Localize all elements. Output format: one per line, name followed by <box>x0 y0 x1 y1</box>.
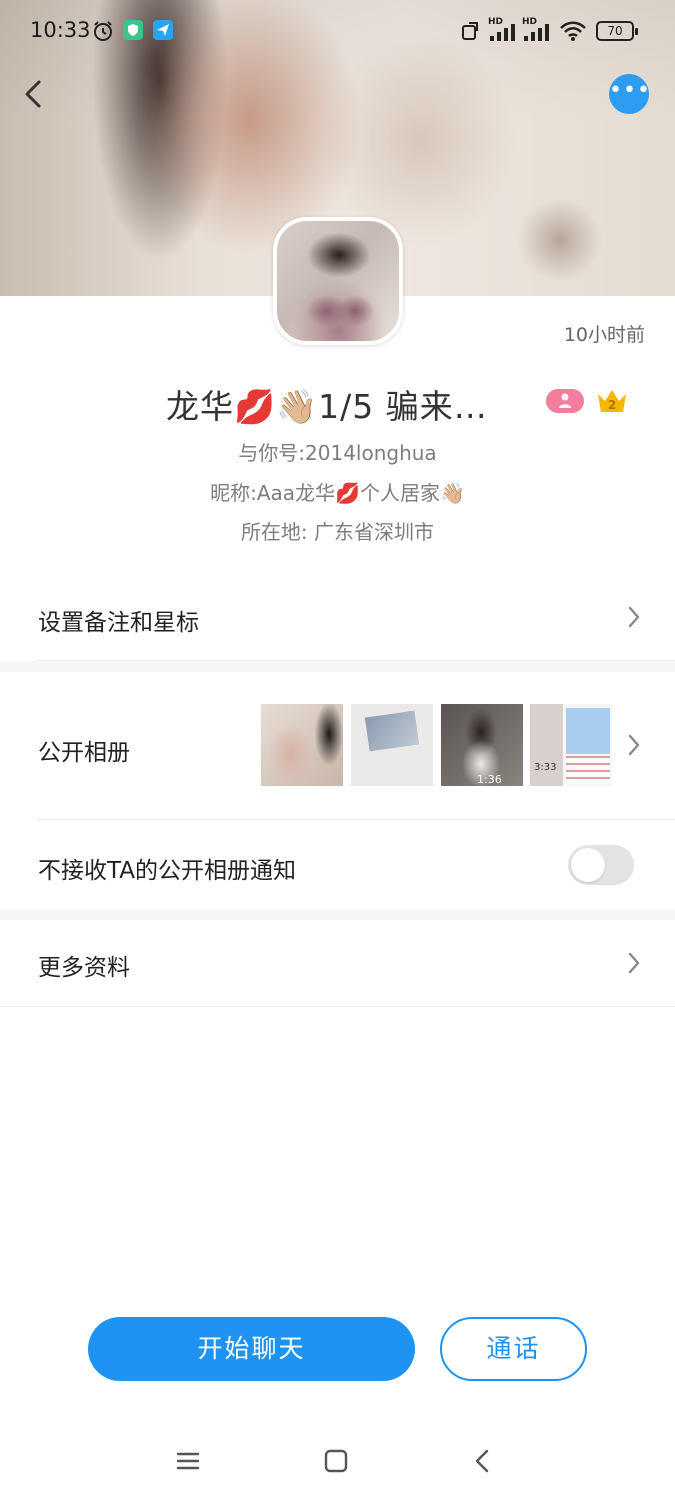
more-info-row[interactable]: 更多资料 <box>0 920 675 1007</box>
crown-level-icon: 2 <box>598 390 626 412</box>
more-options-button[interactable]: ••• <box>609 74 651 114</box>
status-bar: 10:33 HD HD 70 <box>0 0 675 64</box>
shield-app-icon <box>123 20 143 40</box>
chevron-left-icon <box>25 80 41 108</box>
user-id-line: 与你号:2014longhua <box>238 441 437 465</box>
name-row: 龙华💋👋🏼1/5 骗来… 2 <box>0 380 675 426</box>
nav-back-icon[interactable] <box>470 1448 496 1474</box>
signal-strength-icon <box>490 24 515 41</box>
section-gap <box>0 910 675 920</box>
album-thumbnail[interactable]: 3:33 <box>530 704 612 786</box>
thumbnail-time: 3:33 <box>534 762 557 773</box>
home-icon[interactable] <box>323 1448 349 1474</box>
signal-strength-icon-2 <box>524 24 549 41</box>
section-gap <box>0 662 675 672</box>
screen-rotate-icon <box>462 22 478 40</box>
person-badge-icon <box>546 389 584 413</box>
crown-level: 2 <box>608 398 616 412</box>
wifi-icon <box>560 21 586 41</box>
chevron-right-icon <box>628 734 640 756</box>
sticker-image <box>364 710 420 752</box>
screenshot-text-lines <box>566 756 610 784</box>
album-thumbnail-video[interactable]: 1:36 <box>441 704 523 786</box>
last-active-time: 10小时前 <box>563 324 645 346</box>
remark-and-star-row[interactable]: 设置备注和星标 <box>0 575 675 661</box>
toggle-knob <box>571 848 605 882</box>
video-duration: 1:36 <box>477 773 502 786</box>
divider <box>36 660 675 661</box>
mute-album-label: 不接收TA的公开相册通知 <box>38 858 296 884</box>
chevron-right-icon <box>628 606 640 628</box>
call-button[interactable]: 通话 <box>440 1317 587 1381</box>
avatar[interactable] <box>273 217 403 345</box>
album-thumbnail[interactable] <box>261 704 343 786</box>
album-thumbnail[interactable] <box>351 704 433 786</box>
paper-plane-app-icon <box>153 20 173 40</box>
remark-label: 设置备注和星标 <box>38 610 199 636</box>
more-dots-icon: ••• <box>609 78 651 103</box>
divider <box>0 1006 675 1007</box>
back-button[interactable] <box>18 76 50 112</box>
profile-page: 10:33 HD HD 70 ••• 10小时前 龙华💋👋🏼1/5 骗来… 2 … <box>0 0 675 1500</box>
mute-album-toggle[interactable] <box>568 845 634 885</box>
album-label: 公开相册 <box>38 740 130 766</box>
status-time: 10:33 <box>30 18 91 42</box>
profile-name: 龙华💋👋🏼1/5 骗来… <box>166 387 488 426</box>
alarm-icon <box>94 21 112 41</box>
recent-apps-icon[interactable] <box>175 1448 201 1474</box>
battery-indicator: 70 <box>596 21 638 41</box>
system-navigation-bar <box>0 1430 675 1500</box>
start-chat-button[interactable]: 开始聊天 <box>88 1317 415 1381</box>
chevron-right-icon <box>628 952 640 974</box>
screenshot-card <box>566 708 610 754</box>
location-line: 所在地: 广东省深圳市 <box>240 520 435 544</box>
battery-level: 70 <box>607 24 623 38</box>
nickname-line: 昵称:Aaa龙华💋个人居家👋🏼 <box>210 481 465 505</box>
more-info-label: 更多资料 <box>38 955 130 981</box>
